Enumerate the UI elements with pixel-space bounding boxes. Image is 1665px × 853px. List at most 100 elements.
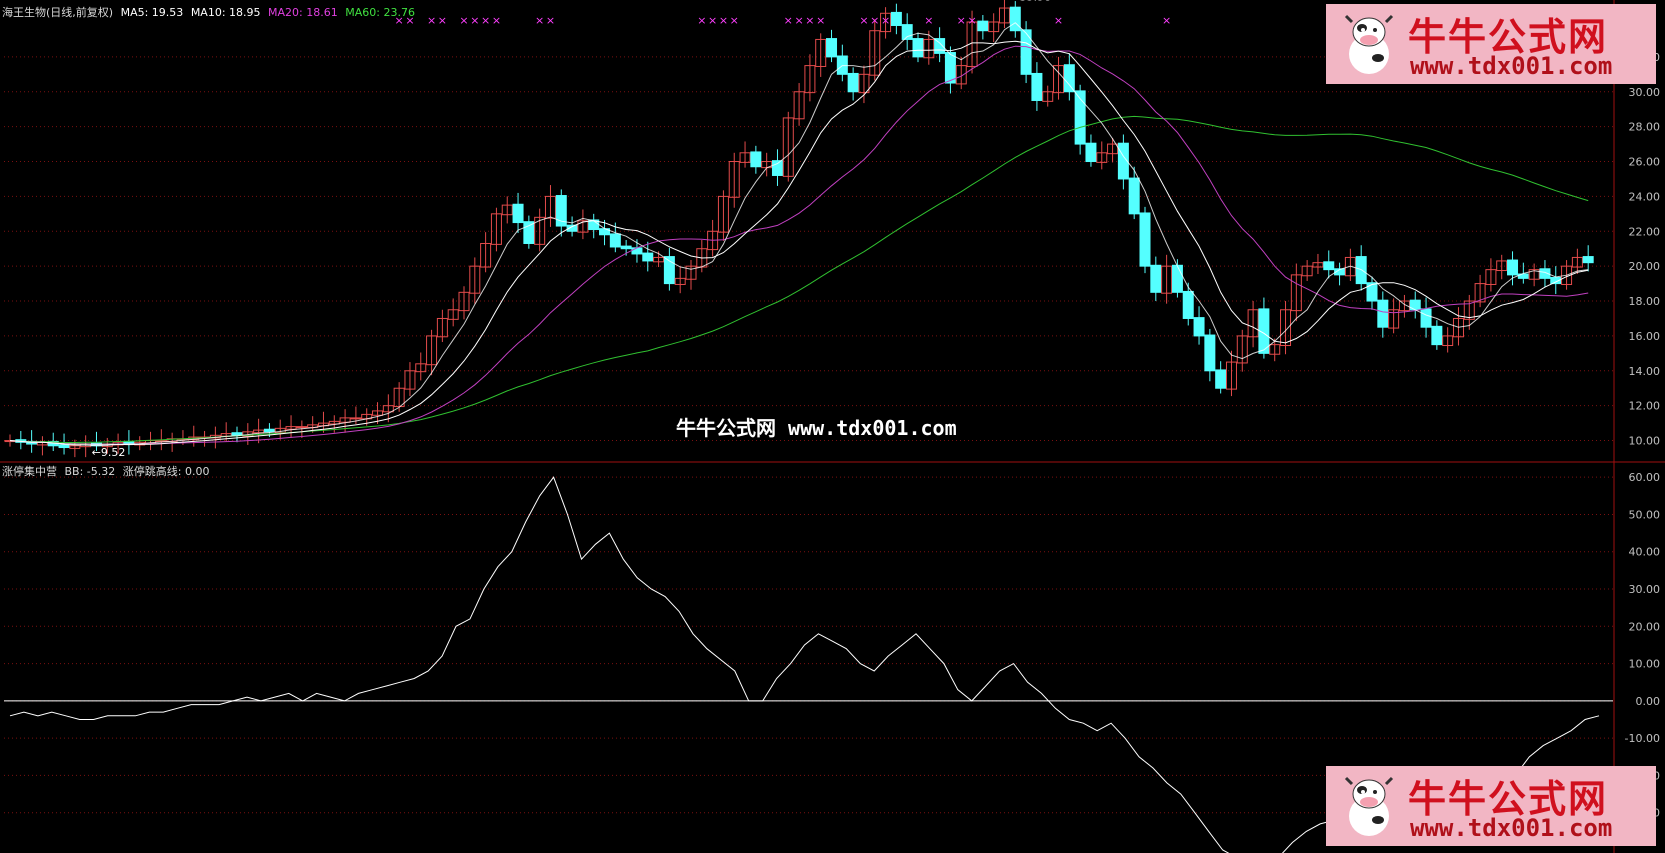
limit-up-signal-mark: × xyxy=(535,14,544,27)
limit-up-signal-mark: × xyxy=(427,14,436,27)
price-tick-label: 22.00 xyxy=(1629,225,1661,238)
candle-body xyxy=(1009,6,1021,32)
candle-body xyxy=(1431,325,1443,346)
ma60-value: MA60: 23.76 xyxy=(345,6,415,19)
price-tick-label: 26.00 xyxy=(1629,156,1661,169)
candle-body xyxy=(296,426,308,429)
candle-body xyxy=(1171,264,1183,293)
price-tick-label: 12.00 xyxy=(1629,400,1661,413)
limit-up-signal-mark: × xyxy=(1162,14,1171,27)
candle-body xyxy=(523,221,535,244)
ma20-value: MA20: 18.61 xyxy=(268,6,338,19)
candle-body xyxy=(1377,299,1389,328)
limit-up-signal-mark: × xyxy=(805,14,814,27)
candle-body xyxy=(1150,264,1162,293)
indicator-name: 涨停集中营 xyxy=(2,465,57,478)
ma5-value: MA5: 19.53 xyxy=(120,6,184,19)
indicator-header: 涨停集中营 BB: -5.32 涨停跳高线: 0.00 xyxy=(2,463,209,479)
price-tick-label: 14.00 xyxy=(1629,365,1661,378)
indicator-tick-label: 10.00 xyxy=(1629,658,1661,671)
candle-body xyxy=(1204,334,1216,372)
candle-body xyxy=(1215,369,1227,389)
logo-top: 牛牛公式网 www.tdx001.com xyxy=(1326,4,1656,84)
candle-body xyxy=(1507,259,1519,276)
candle-body xyxy=(1182,290,1194,319)
candle-body xyxy=(58,444,70,449)
candle-body xyxy=(1031,72,1043,101)
center-watermark: 牛牛公式网 www.tdx001.com xyxy=(676,416,957,440)
indicator-tick-label: 50.00 xyxy=(1629,508,1661,521)
price-tick-label: 28.00 xyxy=(1629,121,1661,134)
stock-title: 海王生物(日线,前复权) xyxy=(2,6,114,19)
limit-up-signal-mark: × xyxy=(794,14,803,27)
candle-body xyxy=(350,417,362,420)
low-price-annotation: ←9.52 xyxy=(92,446,126,459)
cow-mascot-icon xyxy=(1344,776,1394,836)
logo-url: www.tdx001.com xyxy=(1410,814,1613,842)
limit-up-signal-mark: × xyxy=(1054,14,1063,27)
candle-body xyxy=(977,20,989,32)
candle-body xyxy=(1420,308,1432,328)
price-tick-label: 10.00 xyxy=(1629,435,1661,448)
candle-body xyxy=(912,38,924,58)
candle-body xyxy=(1582,256,1594,264)
limit-up-signal-mark: × xyxy=(924,14,933,27)
indicator-tick-label: -10.00 xyxy=(1625,732,1660,745)
limit-up-signal-mark: × xyxy=(546,14,555,27)
limit-up-signal-mark: × xyxy=(730,14,739,27)
candle-body xyxy=(1063,64,1075,93)
candle-body xyxy=(847,72,859,93)
limit-up-signal-mark: × xyxy=(708,14,717,27)
indicator-bb-value: BB: -5.32 xyxy=(64,465,116,478)
limit-up-signal-mark: × xyxy=(492,14,501,27)
candle-body xyxy=(631,247,643,255)
candle-body xyxy=(263,428,275,433)
limit-up-signal-mark: × xyxy=(967,14,976,27)
ma60-line xyxy=(9,115,1589,443)
price-tick-label: 24.00 xyxy=(1629,190,1661,203)
limit-up-signal-mark: × xyxy=(459,14,468,27)
candle-body xyxy=(890,11,902,26)
limit-up-signal-mark: × xyxy=(438,14,447,27)
limit-up-signal-mark: × xyxy=(816,14,825,27)
cow-mascot-icon xyxy=(1344,14,1394,74)
limit-up-signal-mark: × xyxy=(870,14,879,27)
price-tick-label: 30.00 xyxy=(1629,86,1661,99)
limit-up-signal-mark: × xyxy=(784,14,793,27)
candle-body xyxy=(1366,282,1378,302)
candle-body xyxy=(750,151,762,168)
indicator-tick-label: 20.00 xyxy=(1629,620,1661,633)
indicator-line-value: 涨停跳高线: 0.00 xyxy=(122,465,210,478)
candle-body xyxy=(609,233,621,248)
indicator-tick-label: 0.00 xyxy=(1636,695,1661,708)
limit-up-signal-mark: × xyxy=(470,14,479,27)
logo-bottom: 牛牛公式网 www.tdx001.com xyxy=(1326,766,1656,846)
limit-up-signal-mark: × xyxy=(697,14,706,27)
logo-url: www.tdx001.com xyxy=(1410,52,1613,80)
limit-up-signal-mark: × xyxy=(957,14,966,27)
price-tick-label: 20.00 xyxy=(1629,260,1661,273)
candle-body xyxy=(944,52,956,84)
candle-body xyxy=(1020,29,1032,75)
candle-body xyxy=(1193,317,1205,337)
indicator-tick-label: 60.00 xyxy=(1629,471,1661,484)
candle-body xyxy=(512,203,524,224)
candle-body xyxy=(1323,261,1335,271)
candle-body xyxy=(826,38,838,58)
price-tick-label: 18.00 xyxy=(1629,295,1661,308)
candle-body xyxy=(771,160,783,176)
indicator-tick-label: 40.00 xyxy=(1629,546,1661,559)
limit-up-signal-mark: × xyxy=(859,14,868,27)
main-chart-header: 海王生物(日线,前复权) MA5: 19.53 MA10: 18.95 MA20… xyxy=(2,4,415,20)
price-tick-label: 16.00 xyxy=(1629,330,1661,343)
high-price-annotation: ←35.98 xyxy=(1010,0,1051,4)
candle-body xyxy=(620,245,632,250)
ma10-value: MA10: 18.95 xyxy=(190,6,261,19)
candle-body xyxy=(1085,142,1097,163)
limit-up-signal-mark: × xyxy=(719,14,728,27)
candle-body xyxy=(1128,177,1140,215)
limit-up-signal-mark: × xyxy=(881,14,890,27)
candle-body xyxy=(1139,212,1151,267)
candle-body xyxy=(642,252,654,262)
indicator-tick-label: 30.00 xyxy=(1629,583,1661,596)
